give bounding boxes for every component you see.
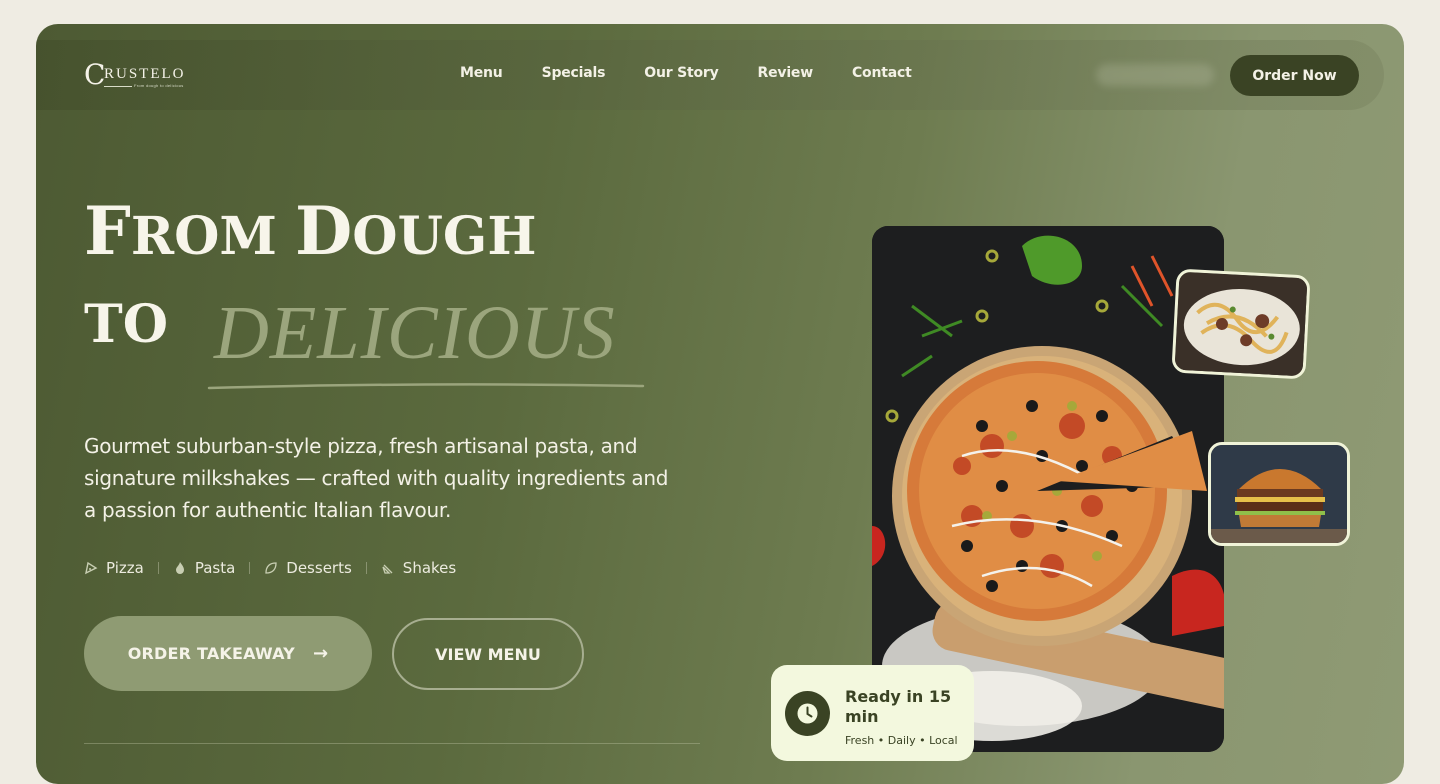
nav-link-specials[interactable]: Specials bbox=[542, 65, 606, 81]
category-label: Desserts bbox=[286, 559, 352, 577]
arrow-right-icon: → bbox=[312, 643, 329, 664]
category-shakes[interactable]: Shakes bbox=[381, 559, 456, 577]
hero-divider bbox=[84, 743, 700, 744]
title-cap-d: D bbox=[295, 192, 353, 270]
category-desserts[interactable]: Desserts bbox=[264, 559, 352, 577]
title-ough: OUGH bbox=[352, 206, 537, 267]
order-takeaway-button[interactable]: ORDER TAKEAWAY → bbox=[84, 616, 372, 691]
category-separator bbox=[249, 562, 251, 574]
nav-link-our-story[interactable]: Our Story bbox=[644, 65, 718, 81]
title-rom: ROM bbox=[130, 206, 296, 267]
order-now-button[interactable]: Order Now bbox=[1230, 55, 1359, 96]
nav-link-menu[interactable]: Menu bbox=[460, 65, 503, 81]
logo-tagline: From dough to delicious bbox=[134, 83, 184, 88]
title-underline bbox=[207, 383, 645, 390]
hero-title-accent: DELICIOUS bbox=[214, 291, 616, 375]
category-label: Pizza bbox=[106, 559, 144, 577]
hero-section: C RUSTELO From dough to delicious Menu S… bbox=[36, 24, 1404, 784]
cup-icon bbox=[382, 564, 393, 574]
category-list: Pizza Pasta Desserts Shakes bbox=[84, 559, 456, 577]
hero-description: Gourmet suburban-style pizza, fresh arti… bbox=[84, 434, 669, 522]
flame-icon bbox=[175, 562, 184, 574]
clock-icon bbox=[785, 691, 830, 736]
pasta-thumbnail[interactable] bbox=[1171, 268, 1311, 380]
nav-link-contact[interactable]: Contact bbox=[852, 65, 912, 81]
nav-links: Menu Specials Our Story Review Contact bbox=[460, 65, 951, 81]
category-pasta[interactable]: Pasta bbox=[173, 559, 235, 577]
logo-wordmark: RUSTELO bbox=[104, 66, 186, 82]
category-separator bbox=[365, 562, 367, 574]
top-navigation: C RUSTELO From dough to delicious Menu S… bbox=[36, 40, 1384, 110]
ready-time-card: Ready in 15 min Fresh • Daily • Local bbox=[771, 665, 974, 761]
hero-title-line2: TO bbox=[84, 294, 168, 355]
title-cap-f: F bbox=[84, 192, 131, 270]
blurred-nav-element bbox=[1096, 64, 1214, 86]
brand-logo[interactable]: C RUSTELO From dough to delicious bbox=[84, 58, 204, 92]
nav-link-review[interactable]: Review bbox=[758, 65, 814, 81]
hero-title-line1: FROM DOUGH bbox=[84, 192, 536, 270]
category-separator bbox=[157, 562, 159, 574]
category-label: Pasta bbox=[194, 559, 236, 577]
category-label: Shakes bbox=[402, 559, 457, 577]
logo-divider bbox=[104, 86, 132, 87]
category-pizza[interactable]: Pizza bbox=[84, 559, 144, 577]
ready-title: Ready in 15 min bbox=[845, 687, 952, 726]
view-menu-button[interactable]: VIEW MENU bbox=[392, 618, 584, 690]
ready-subtitle: Fresh • Daily • Local bbox=[845, 734, 958, 747]
order-takeaway-label: ORDER TAKEAWAY bbox=[127, 644, 295, 663]
logo-initial: C bbox=[84, 58, 106, 91]
leaf-icon bbox=[265, 562, 277, 574]
burger-thumbnail[interactable] bbox=[1208, 442, 1350, 546]
pizza-slice-icon bbox=[85, 561, 98, 575]
